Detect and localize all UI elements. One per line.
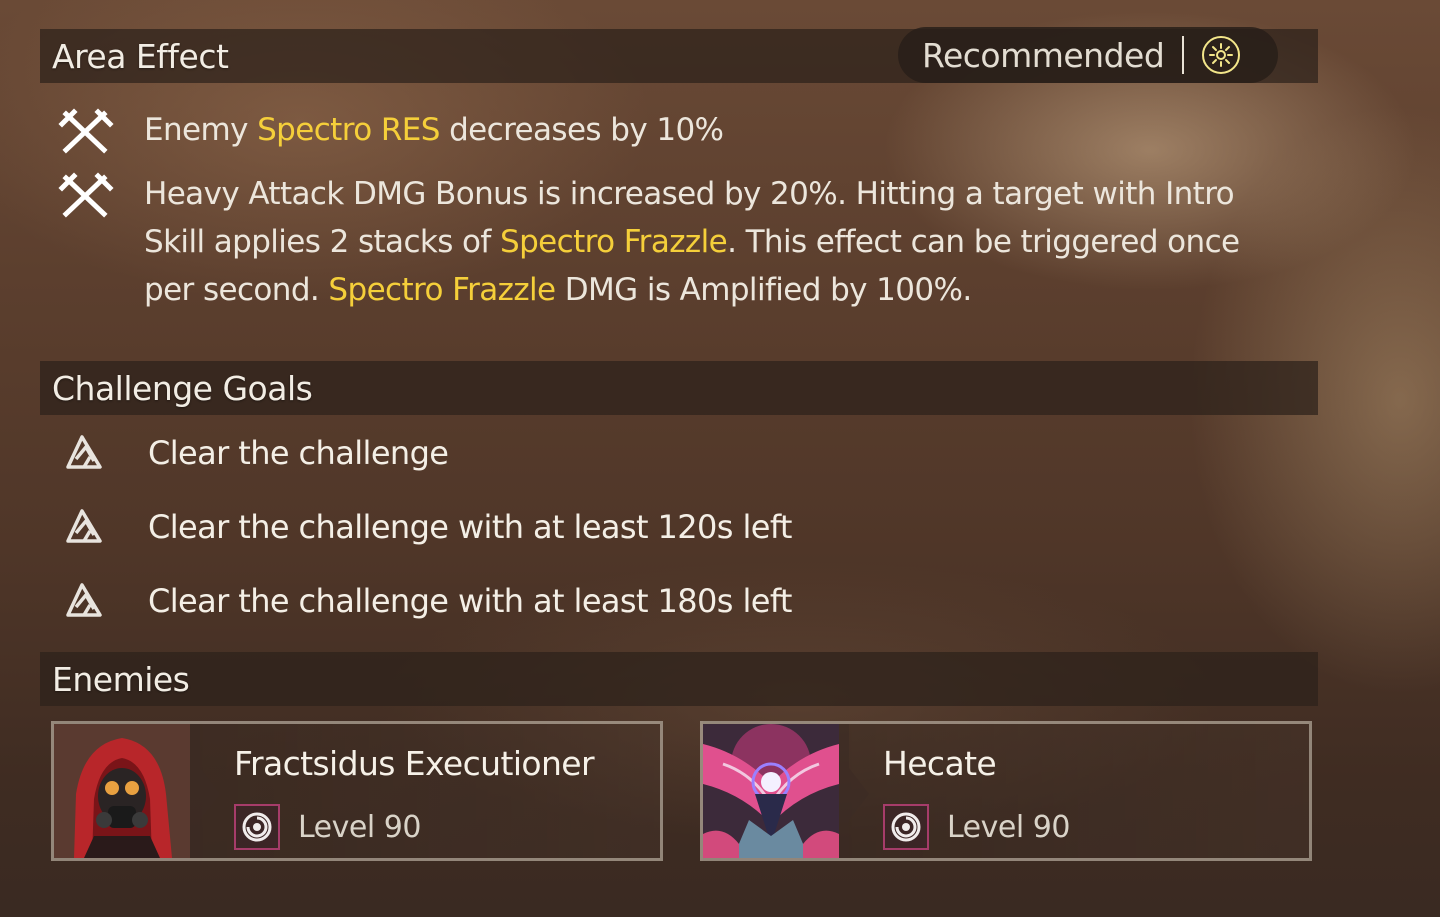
goal-text-3: Clear the challenge with at least 180s l… bbox=[148, 582, 792, 620]
goal-triangle-icon bbox=[62, 433, 110, 473]
enemies-title: Enemies bbox=[52, 659, 190, 699]
recommended-label: Recommended bbox=[922, 35, 1165, 75]
enemy-level: Level 90 bbox=[298, 810, 421, 845]
effect-2-seg-1: Spectro Frazzle bbox=[500, 224, 728, 260]
effect-1-seg-0: Enemy bbox=[144, 112, 258, 148]
portrait-notch bbox=[839, 724, 869, 858]
enemy-card[interactable]: Fractsidus Executioner Level 90 bbox=[51, 721, 663, 861]
enemy-level: Level 90 bbox=[947, 810, 1070, 845]
goal-triangle-icon bbox=[62, 581, 110, 621]
enemy-portrait-fractsidus bbox=[54, 724, 190, 858]
recommended-button[interactable]: Recommended bbox=[898, 27, 1278, 83]
effect-1-seg-1: Spectro RES bbox=[257, 112, 440, 148]
recommended-divider bbox=[1182, 36, 1185, 74]
effect-item: Heavy Attack DMG Bonus is increased by 2… bbox=[58, 170, 1274, 314]
crossed-swords-icon bbox=[58, 170, 118, 226]
goal-text-1: Clear the challenge bbox=[148, 434, 449, 472]
goal-item: Clear the challenge bbox=[62, 428, 449, 478]
area-effect-title: Area Effect bbox=[52, 36, 229, 76]
challenge-goals-header: Challenge Goals bbox=[40, 361, 1318, 415]
effect-1-seg-2: decreases by 10% bbox=[439, 112, 724, 148]
area-effect-header: Area Effect Recommended bbox=[40, 27, 1318, 83]
effect-2-seg-4: DMG is Amplified by 100%. bbox=[555, 272, 973, 308]
effect-text-2: Heavy Attack DMG Bonus is increased by 2… bbox=[144, 170, 1274, 314]
enemy-name: Hecate bbox=[883, 744, 997, 783]
spectro-swirl-icon bbox=[234, 804, 280, 850]
spectro-swirl-icon bbox=[883, 804, 929, 850]
spectro-element-icon bbox=[1202, 36, 1241, 74]
goal-item: Clear the challenge with at least 120s l… bbox=[62, 502, 792, 552]
challenge-goals-title: Challenge Goals bbox=[52, 368, 313, 408]
goal-text-2: Clear the challenge with at least 120s l… bbox=[148, 508, 792, 546]
enemy-card[interactable]: Hecate Level 90 bbox=[700, 721, 1312, 861]
enemy-name: Fractsidus Executioner bbox=[234, 744, 595, 783]
effect-item: Enemy Spectro RES decreases by 10% bbox=[58, 106, 1274, 162]
effect-text-1: Enemy Spectro RES decreases by 10% bbox=[144, 106, 1274, 162]
goal-triangle-icon bbox=[62, 507, 110, 547]
portrait-notch bbox=[190, 724, 220, 858]
crossed-swords-icon bbox=[58, 106, 118, 162]
goal-item: Clear the challenge with at least 180s l… bbox=[62, 576, 792, 626]
enemy-portrait-hecate bbox=[703, 724, 839, 858]
effect-2-seg-3: Spectro Frazzle bbox=[328, 272, 556, 308]
enemies-header: Enemies bbox=[40, 652, 1318, 706]
